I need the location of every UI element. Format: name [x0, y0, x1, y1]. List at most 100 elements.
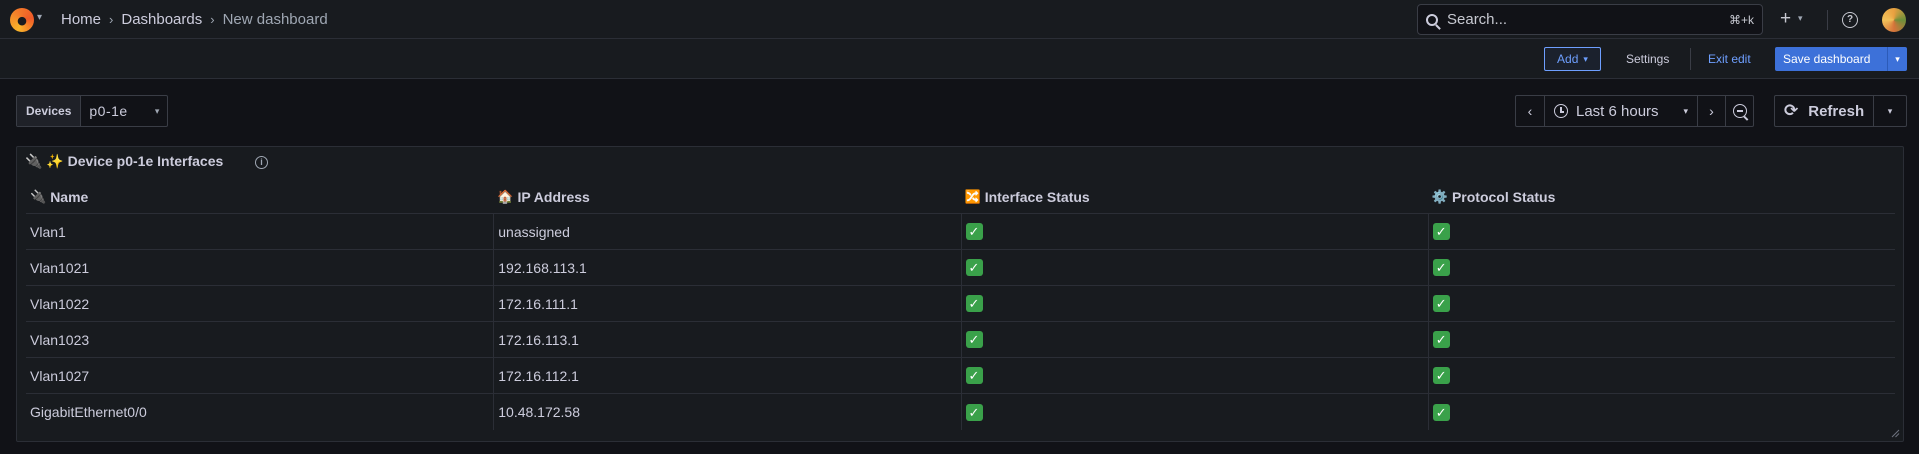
search-shortcut: ⌘+k [1728, 12, 1754, 27]
column-header-interface-status[interactable]: 🔀 Interface Status [961, 189, 1428, 205]
top-nav: ▾ Home › Dashboards › New dashboard Sear… [0, 0, 1919, 39]
plug-icon: 🔌 [30, 189, 47, 204]
add-button-label: Add [1557, 52, 1579, 66]
zoom-out-icon [1732, 104, 1747, 118]
interfaces-table: 🔌 Name 🏠 IP Address 🔀 Interface Status ⚙… [26, 181, 1895, 430]
time-range-button[interactable]: Last 6 hours ▾ [1544, 96, 1697, 126]
panel-title[interactable]: 🔌 ✨ Device p0-1e Interfaces [25, 153, 223, 170]
time-range-label: Last 6 hours [1576, 102, 1659, 120]
column-header-label: Name [50, 189, 89, 205]
column-header-label: Protocol Status [1451, 189, 1556, 205]
chevron-left-icon: ‹ [1527, 103, 1533, 119]
table-row: Vlan1022 172.16.111.1 ✓ ✓ [26, 286, 1895, 322]
search-icon [1426, 13, 1438, 26]
table-row: Vlan1 unassigned ✓ ✓ [26, 214, 1895, 250]
refresh-button[interactable]: ⟳ Refresh [1775, 96, 1873, 126]
cell-protocol-status: ✓ [1427, 286, 1895, 321]
resize-handle-icon[interactable] [1891, 429, 1900, 438]
settings-button[interactable]: Settings [1626, 52, 1669, 66]
cell-interface-status: ✓ [960, 286, 1428, 321]
time-forward-button[interactable]: › [1697, 96, 1725, 126]
check-icon: ✓ [1432, 403, 1450, 421]
shuffle-icon: 🔀 [964, 189, 981, 204]
variable-label: Devices [17, 96, 82, 126]
column-header-label: IP Address [517, 189, 590, 205]
cell-name: Vlan1022 [30, 295, 90, 312]
table-header: 🔌 Name 🏠 IP Address 🔀 Interface Status ⚙… [26, 181, 1895, 214]
cell-interface-status: ✓ [960, 358, 1428, 393]
gear-icon: ⚙️ [1431, 189, 1448, 204]
cell-protocol-status: ✓ [1427, 214, 1895, 249]
chevron-down-icon: ▾ [1583, 53, 1588, 64]
add-button[interactable]: Add ▾ [1544, 47, 1601, 71]
check-icon: ✓ [965, 223, 983, 240]
cell-ip: 10.48.172.58 [493, 394, 960, 430]
breadcrumb-dashboards[interactable]: Dashboards [121, 11, 202, 28]
column-header-label: Interface Status [984, 189, 1090, 205]
refresh-interval-dropdown[interactable]: ▾ [1873, 96, 1906, 126]
check-icon: ✓ [965, 403, 983, 421]
check-icon: ✓ [965, 367, 983, 384]
divider [1690, 48, 1691, 70]
help-icon[interactable]: ? [1842, 12, 1858, 28]
cell-protocol-status: ✓ [1427, 322, 1895, 357]
save-dashboard-button[interactable]: Save dashboard ▾ [1775, 47, 1907, 71]
cell-interface-status: ✓ [960, 394, 1428, 430]
cell-name: Vlan1 [30, 223, 66, 240]
check-icon: ✓ [1432, 331, 1450, 348]
chevron-down-icon[interactable]: ▾ [1887, 47, 1907, 71]
time-picker: ‹ Last 6 hours ▾ › [1515, 95, 1754, 127]
cell-name: Vlan1021 [30, 259, 90, 276]
zoom-out-button[interactable] [1725, 96, 1753, 126]
table-row: Vlan1021 192.168.113.1 ✓ ✓ [26, 250, 1895, 286]
column-header-name[interactable]: 🔌 Name [26, 189, 493, 205]
house-icon: 🏠 [497, 189, 514, 204]
refresh-picker: ⟳ Refresh ▾ [1774, 95, 1907, 127]
grafana-logo-icon[interactable] [10, 8, 34, 32]
clock-icon [1554, 104, 1568, 118]
avatar[interactable] [1882, 8, 1906, 32]
save-dashboard-label: Save dashboard [1783, 52, 1871, 66]
chevron-right-icon: › [210, 12, 215, 27]
cell-interface-status: ✓ [960, 214, 1428, 249]
cell-ip: 172.16.112.1 [493, 358, 960, 393]
interfaces-panel: 🔌 ✨ Device p0-1e Interfaces i 🔌 Name 🏠 I… [16, 146, 1904, 442]
chevron-down-icon: ▾ [154, 105, 160, 116]
cell-name: GigabitEthernet0/0 [30, 404, 147, 420]
variable-value: p0-1e [89, 103, 128, 119]
check-icon: ✓ [965, 331, 983, 348]
check-icon: ✓ [1432, 295, 1450, 312]
column-header-protocol-status[interactable]: ⚙️ Protocol Status [1428, 189, 1895, 205]
cell-ip: 172.16.111.1 [493, 286, 960, 321]
column-header-ip[interactable]: 🏠 IP Address [493, 189, 960, 205]
plus-icon[interactable]: + [1780, 8, 1791, 30]
exit-edit-button[interactable]: Exit edit [1708, 52, 1751, 66]
check-icon: ✓ [1432, 367, 1450, 384]
devices-select[interactable]: p0-1e ▾ [81, 96, 167, 126]
chevron-down-icon: ▾ [1683, 105, 1688, 116]
cell-ip: 172.16.113.1 [493, 322, 960, 357]
time-back-button[interactable]: ‹ [1516, 96, 1544, 126]
table-row: GigabitEthernet0/0 10.48.172.58 ✓ ✓ [26, 394, 1895, 430]
refresh-label: Refresh [1808, 102, 1865, 120]
cell-name: Vlan1023 [30, 331, 90, 348]
cell-ip: unassigned [493, 214, 960, 249]
search-placeholder: Search... [1447, 11, 1508, 28]
breadcrumb: Home › Dashboards › New dashboard [61, 11, 328, 28]
chevron-down-icon: ▾ [1887, 105, 1893, 116]
breadcrumb-home[interactable]: Home [61, 11, 101, 28]
check-icon: ✓ [1432, 223, 1450, 240]
cell-protocol-status: ✓ [1427, 394, 1895, 430]
table-row: Vlan1027 172.16.112.1 ✓ ✓ [26, 358, 1895, 394]
breadcrumb-current: New dashboard [222, 11, 328, 28]
info-icon[interactable]: i [255, 156, 268, 169]
chevron-down-icon[interactable]: ▾ [37, 12, 42, 23]
table-row: Vlan1023 172.16.113.1 ✓ ✓ [26, 322, 1895, 358]
check-icon: ✓ [965, 295, 983, 312]
cell-protocol-status: ✓ [1427, 358, 1895, 393]
cell-name: Vlan1027 [30, 367, 90, 384]
chevron-down-icon[interactable]: ▾ [1798, 13, 1803, 24]
chevron-right-icon: › [109, 12, 114, 27]
search-input[interactable]: Search... ⌘+k [1417, 4, 1763, 35]
refresh-icon: ⟳ [1784, 101, 1799, 120]
